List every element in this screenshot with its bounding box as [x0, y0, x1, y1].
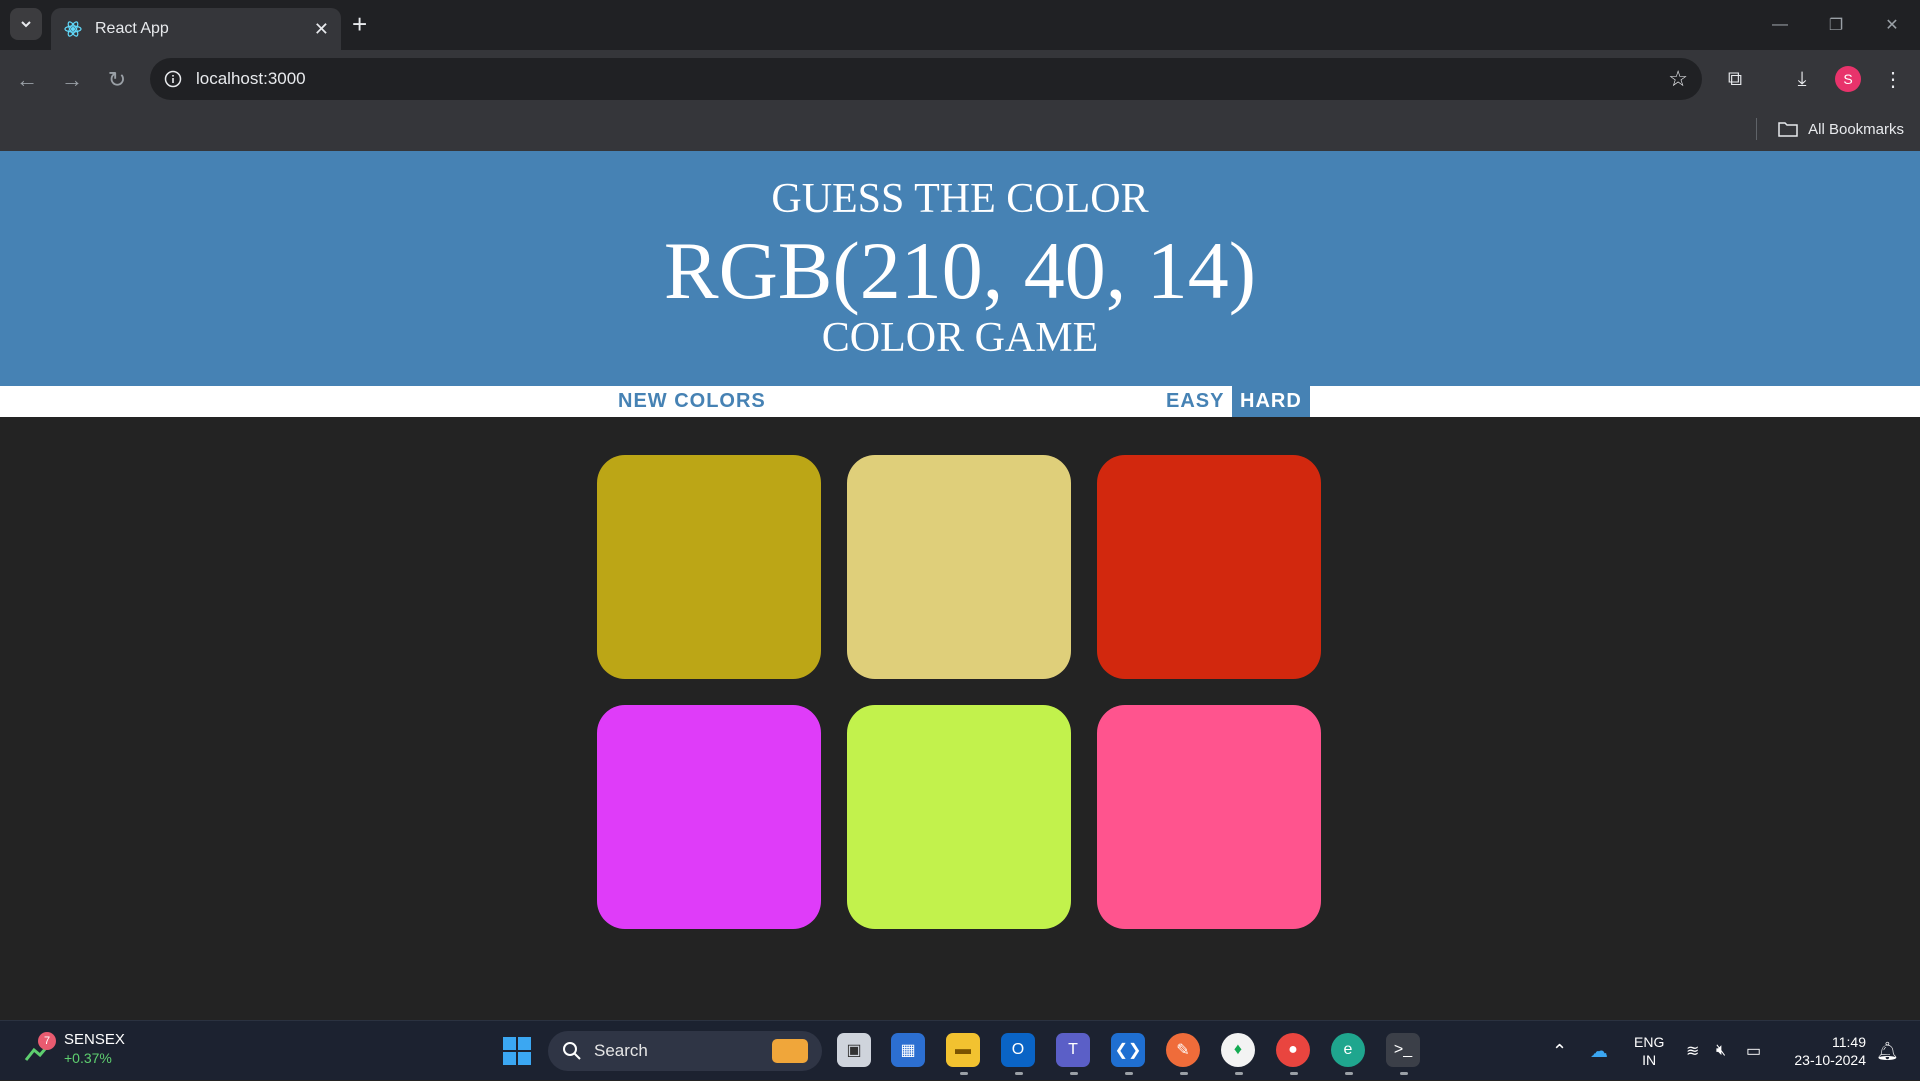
stock-chart-icon: 7 [24, 1032, 56, 1064]
region-code: IN [1642, 1052, 1657, 1068]
outlook-icon[interactable]: O [1001, 1033, 1035, 1067]
back-icon[interactable]: ← [12, 65, 42, 95]
color-square[interactable] [847, 705, 1071, 929]
browser-tab[interactable]: React App ✕ [51, 8, 341, 50]
search-highlight-icon [772, 1039, 808, 1063]
browser-tab-bar: React App ✕ + — ❐ ✕ [0, 0, 1920, 50]
widget-badge: 7 [38, 1032, 56, 1050]
game-header: GUESS THE COLOR RGB(210, 40, 14) COLOR G… [0, 151, 1920, 386]
color-square[interactable] [847, 455, 1071, 679]
bookmarks-divider [1756, 118, 1757, 140]
postman-icon[interactable]: ✎ [1166, 1033, 1200, 1067]
language-code: ENG [1634, 1034, 1665, 1050]
minimize-icon[interactable]: — [1752, 0, 1808, 50]
color-squares-grid [597, 455, 1321, 930]
taskbar: 7 SENSEX +0.37% Search ▣ ▦ ▬ O T ❮❯ ✎ ♦ … [0, 1020, 1920, 1080]
running-indicator [1180, 1072, 1188, 1075]
hard-mode-button[interactable]: HARD [1232, 386, 1310, 417]
easy-mode-button[interactable]: EASY [1158, 386, 1233, 417]
onedrive-icon[interactable]: ☁ [1590, 1021, 1608, 1081]
taskbar-search-label: Search [594, 1041, 648, 1060]
forward-icon[interactable]: → [57, 65, 87, 95]
page-viewport: GUESS THE COLOR RGB(210, 40, 14) COLOR G… [0, 151, 1920, 1020]
clock-time: 11:49 [1832, 1034, 1866, 1050]
search-icon [563, 1042, 581, 1060]
folder-icon [1778, 122, 1798, 137]
stock-widget[interactable]: 7 SENSEX +0.37% [24, 1031, 125, 1067]
address-bar[interactable]: localhost:3000 ☆ [150, 58, 1702, 100]
color-square[interactable] [1097, 455, 1321, 679]
running-indicator [1235, 1072, 1243, 1075]
target-color-display: RGB(210, 40, 14) [663, 225, 1257, 316]
color-square[interactable] [1097, 705, 1321, 929]
language-indicator[interactable]: ENG IN [1634, 1033, 1664, 1069]
url-text[interactable]: localhost:3000 [196, 69, 1668, 89]
profile-avatar[interactable]: S [1835, 66, 1861, 92]
notification-bell-icon[interactable]: 🔔︎ [1876, 1021, 1899, 1081]
menu-kebab-icon[interactable]: ⋮ [1878, 64, 1908, 94]
running-indicator [1400, 1072, 1408, 1075]
windows-start-icon[interactable] [502, 1036, 532, 1066]
vscode-icon[interactable]: ❮❯ [1111, 1033, 1145, 1067]
extensions-icon[interactable]: ⧉ [1720, 64, 1750, 94]
running-indicator [1070, 1072, 1078, 1075]
chevron-down-icon [21, 21, 31, 28]
tab-search-button[interactable] [10, 8, 42, 40]
store-icon[interactable]: ▦ [891, 1033, 925, 1067]
mongodb-compass-icon[interactable]: ♦ [1221, 1033, 1255, 1067]
restore-icon[interactable]: ❐ [1808, 0, 1864, 50]
battery-icon[interactable]: ▭ [1746, 1021, 1761, 1081]
task-view-icon[interactable]: ▣ [837, 1033, 871, 1067]
all-bookmarks-label: All Bookmarks [1808, 120, 1904, 138]
running-indicator [1125, 1072, 1133, 1075]
color-square[interactable] [597, 455, 821, 679]
reload-icon[interactable]: ↻ [102, 65, 132, 95]
running-indicator [1345, 1072, 1353, 1075]
widget-change: +0.37% [64, 1050, 112, 1066]
teams-icon[interactable]: T [1056, 1033, 1090, 1067]
speaker-muted-icon[interactable]: 🔇︎ [1716, 1021, 1726, 1081]
running-indicator [960, 1072, 968, 1075]
taskbar-search[interactable]: Search [548, 1031, 822, 1071]
tab-title: React App [95, 20, 169, 37]
running-indicator [1015, 1072, 1023, 1075]
color-square[interactable] [597, 705, 821, 929]
running-indicator [1290, 1072, 1298, 1075]
all-bookmarks-button[interactable]: All Bookmarks [1778, 116, 1904, 142]
header-title-top: GUESS THE COLOR [771, 176, 1149, 222]
tab-close-icon[interactable]: ✕ [314, 19, 329, 40]
chrome-icon[interactable]: ● [1276, 1033, 1310, 1067]
new-colors-button[interactable]: NEW COLORS [610, 386, 774, 417]
header-title-bottom: COLOR GAME [821, 315, 1099, 361]
file-explorer-icon[interactable]: ▬ [946, 1033, 980, 1067]
browser-toolbar: ← → ↻ localhost:3000 ☆ ⧉ ⤓ ⋮ [0, 50, 1920, 108]
terminal-icon[interactable]: >_ [1386, 1033, 1420, 1067]
wifi-icon[interactable]: ≋ [1686, 1021, 1699, 1081]
bookmarks-bar: All Bookmarks [0, 108, 1920, 151]
clock-date: 23-10-2024 [1794, 1052, 1866, 1068]
edge-icon[interactable]: e [1331, 1033, 1365, 1067]
control-stripe: NEW COLORS EASY HARD [0, 386, 1920, 417]
window-controls: — ❐ ✕ [1752, 0, 1920, 50]
download-icon[interactable]: ⤓ [1787, 64, 1817, 94]
widget-name: SENSEX [64, 1031, 125, 1048]
close-window-icon[interactable]: ✕ [1864, 0, 1920, 50]
chevron-up-icon[interactable]: ⌃ [1552, 1021, 1567, 1081]
react-logo-icon [64, 21, 82, 37]
bookmark-star-icon[interactable]: ☆ [1668, 66, 1688, 92]
system-clock[interactable]: 11:49 23-10-2024 [1786, 1033, 1866, 1069]
new-tab-icon[interactable]: + [352, 10, 367, 38]
info-icon[interactable] [164, 70, 182, 88]
